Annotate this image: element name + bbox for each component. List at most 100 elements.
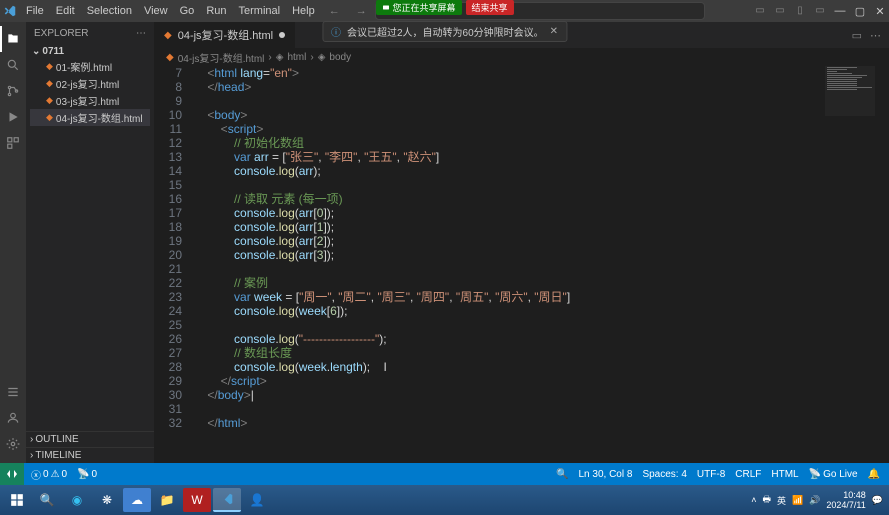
status-golive[interactable]: 📡Go Live bbox=[804, 469, 863, 480]
crumb-file: 04-js复习-数组.html bbox=[178, 50, 265, 65]
explorer-sidebar: EXPLORER ⋯ ⌄ 0711 ◆01-案例.html ◆02-js复习.h… bbox=[26, 22, 154, 463]
menu-edit[interactable]: Edit bbox=[50, 5, 81, 17]
screen-share-bar: 您正在共享屏幕 结束共享 bbox=[375, 0, 513, 15]
html-file-icon: ◆ bbox=[46, 95, 53, 106]
status-eol[interactable]: CRLF bbox=[730, 469, 766, 480]
menu-help[interactable]: Help bbox=[286, 5, 321, 17]
tab-more-icon[interactable]: ⋯ bbox=[870, 29, 881, 42]
window-close-icon[interactable]: ✕ bbox=[871, 5, 889, 18]
file-label: 03-js复习.html bbox=[56, 93, 119, 108]
taskbar-search-icon[interactable]: 🔍 bbox=[33, 488, 61, 512]
account-icon[interactable] bbox=[0, 405, 26, 431]
menu-view[interactable]: View bbox=[138, 5, 174, 17]
crumb-html: html bbox=[287, 52, 306, 63]
status-language[interactable]: HTML bbox=[766, 469, 803, 480]
menu-terminal[interactable]: Terminal bbox=[233, 5, 287, 17]
taskbar-edge-icon[interactable]: ◉ bbox=[63, 488, 91, 512]
line-numbers: 7891011121314151617181920212223242526272… bbox=[154, 66, 194, 463]
taskbar-file-explorer-icon[interactable]: 📁 bbox=[153, 488, 181, 512]
crumb-body: body bbox=[329, 52, 351, 63]
file-item-01[interactable]: ◆01-案例.html bbox=[30, 58, 150, 75]
nav-back-icon[interactable]: ← bbox=[321, 5, 348, 17]
tray-chevron-icon[interactable]: ˄ bbox=[751, 495, 756, 505]
chevron-right-icon: › bbox=[310, 52, 313, 63]
chevron-right-icon: › bbox=[30, 450, 33, 461]
tray-printer-icon[interactable]: 🖶 bbox=[762, 492, 771, 508]
code-content[interactable]: <html lang="en"> </head> <body> <script>… bbox=[194, 66, 889, 463]
layout-toggle-2-icon[interactable]: ▭ bbox=[771, 5, 789, 18]
status-bar: ⓧ0⚠0 📡0 🔍 Ln 30, Col 8 Spaces: 4 UTF-8 C… bbox=[0, 463, 889, 485]
notification-close-icon[interactable]: ✕ bbox=[550, 26, 558, 37]
sharing-label: 您正在共享屏幕 bbox=[392, 1, 455, 14]
tag-icon: ◈ bbox=[276, 52, 284, 63]
split-editor-icon[interactable]: ▭ bbox=[852, 29, 862, 42]
source-control-icon[interactable] bbox=[0, 78, 26, 104]
taskbar-vscode-icon[interactable] bbox=[213, 488, 241, 512]
status-problems[interactable]: ⓧ0⚠0 bbox=[26, 463, 72, 485]
status-ln-col[interactable]: Ln 30, Col 8 bbox=[574, 469, 638, 480]
tray-volume-icon[interactable]: 🔊 bbox=[809, 495, 820, 506]
debug-icon[interactable] bbox=[0, 104, 26, 130]
html-file-icon: ◆ bbox=[46, 61, 53, 72]
menu-file[interactable]: File bbox=[20, 5, 50, 17]
menu-selection[interactable]: Selection bbox=[81, 5, 138, 17]
window-minimize-icon[interactable]: — bbox=[831, 5, 849, 18]
vscode-logo-icon bbox=[0, 4, 20, 18]
menu-go[interactable]: Go bbox=[174, 5, 201, 17]
search-icon[interactable] bbox=[0, 52, 26, 78]
file-item-03[interactable]: ◆03-js复习.html bbox=[30, 92, 150, 109]
layout-toggle-3-icon[interactable]: ▯ bbox=[791, 5, 809, 18]
html-file-icon: ◆ bbox=[164, 30, 172, 41]
file-item-04[interactable]: ◆04-js复习-数组.html bbox=[30, 109, 150, 126]
nav-forward-icon[interactable]: → bbox=[348, 5, 375, 17]
taskbar-wps-icon[interactable]: W bbox=[183, 488, 211, 512]
status-encoding[interactable]: UTF-8 bbox=[692, 469, 730, 480]
file-label: 02-js复习.html bbox=[56, 76, 119, 91]
status-port[interactable]: 📡0 bbox=[72, 463, 102, 485]
tab-active[interactable]: ◆ 04-js复习-数组.html bbox=[154, 22, 296, 48]
taskbar-app-meeting-icon[interactable]: ☁ bbox=[123, 488, 151, 512]
tag-icon: ◈ bbox=[318, 52, 326, 63]
dirty-indicator-icon bbox=[279, 32, 285, 38]
tray-wifi-icon[interactable]: 📶 bbox=[792, 495, 803, 506]
explorer-more-icon[interactable]: ⋯ bbox=[136, 28, 146, 39]
explorer-title: EXPLORER bbox=[34, 28, 88, 39]
extensions-icon[interactable] bbox=[0, 130, 26, 156]
chevron-right-icon: › bbox=[268, 52, 271, 63]
file-item-02[interactable]: ◆02-js复习.html bbox=[30, 75, 150, 92]
folder-header[interactable]: ⌄ 0711 bbox=[30, 45, 150, 58]
tray-clock[interactable]: 10:48 2024/7/11 bbox=[826, 490, 865, 510]
tray-ime[interactable]: 英 bbox=[777, 494, 786, 507]
window-maximize-icon[interactable]: ▢ bbox=[851, 5, 869, 18]
start-button[interactable] bbox=[3, 488, 31, 512]
status-find[interactable]: 🔍 bbox=[551, 469, 573, 480]
end-share-button[interactable]: 结束共享 bbox=[466, 0, 514, 15]
minimap[interactable] bbox=[825, 66, 875, 116]
notification-text: 会议已超过2人，自动转为60分钟限时会议。 bbox=[347, 24, 544, 39]
activity-bar bbox=[0, 22, 26, 463]
warning-icon: ⚠ bbox=[51, 469, 60, 480]
outline-section[interactable]: ›OUTLINE bbox=[26, 431, 154, 447]
gear-icon[interactable] bbox=[0, 431, 26, 457]
status-spaces[interactable]: Spaces: 4 bbox=[637, 469, 691, 480]
layout-toggle-1-icon[interactable]: ▭ bbox=[751, 5, 769, 18]
broadcast-icon: 📡 bbox=[77, 469, 89, 480]
indent-icon[interactable] bbox=[0, 379, 26, 405]
file-label: 01-案例.html bbox=[56, 59, 112, 74]
remote-indicator[interactable] bbox=[0, 463, 24, 485]
menu-run[interactable]: Run bbox=[200, 5, 232, 17]
timeline-section[interactable]: ›TIMELINE bbox=[26, 447, 154, 463]
windows-taskbar: 🔍 ◉ ❋ ☁ 📁 W 👤 ˄ 🖶 英 📶 🔊 10:48 2024/7/11 … bbox=[0, 485, 889, 515]
layout-toggle-4-icon[interactable]: ▭ bbox=[811, 5, 829, 18]
explorer-icon[interactable] bbox=[0, 26, 26, 52]
status-notifications-icon[interactable]: 🔔 bbox=[863, 469, 885, 480]
code-editor[interactable]: 7891011121314151617181920212223242526272… bbox=[154, 66, 889, 463]
breadcrumb[interactable]: ◆ 04-js复习-数组.html › ◈ html › ◈ body bbox=[154, 48, 889, 66]
tray-notifications-icon[interactable]: 💬 bbox=[872, 495, 883, 506]
explorer-header: EXPLORER ⋯ bbox=[26, 22, 154, 44]
html-file-icon: ◆ bbox=[46, 112, 53, 123]
sharing-indicator[interactable]: 您正在共享屏幕 bbox=[375, 0, 461, 15]
taskbar-app-gear-icon[interactable]: ❋ bbox=[93, 488, 121, 512]
taskbar-app-avatar-icon[interactable]: 👤 bbox=[243, 488, 271, 512]
folder-name: 0711 bbox=[42, 46, 64, 57]
